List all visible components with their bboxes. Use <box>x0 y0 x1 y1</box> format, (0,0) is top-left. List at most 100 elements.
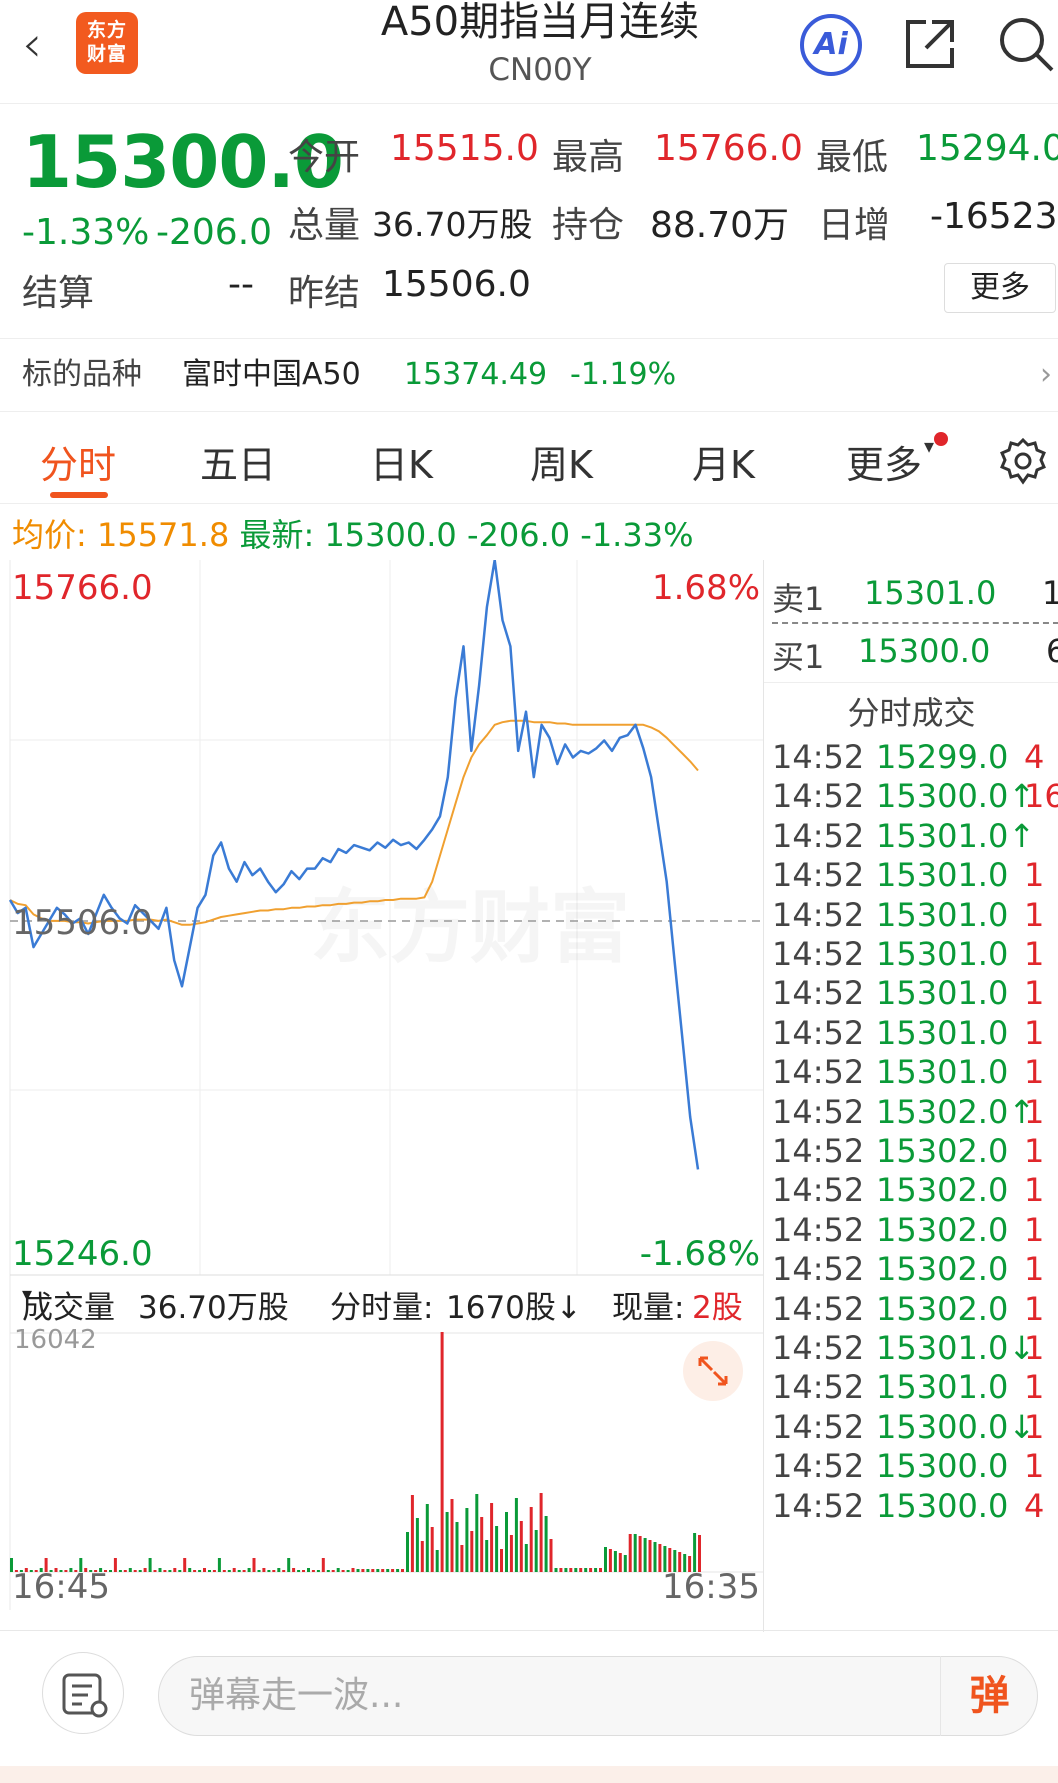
volume-bar <box>628 1534 632 1572</box>
volume-bar <box>425 1504 429 1572</box>
settings-gear-icon[interactable] <box>998 436 1048 486</box>
volume-bar <box>519 1521 523 1572</box>
tick-volume: 4 <box>1024 1486 1045 1525</box>
page-title: A50期指当月连续 <box>380 0 700 45</box>
volume-bar <box>356 1569 360 1572</box>
tick-time: 14:52 <box>772 1289 865 1328</box>
tick-price: 15301.0 <box>876 1013 1009 1052</box>
notification-dot <box>934 432 948 446</box>
volume-bar <box>505 1512 508 1572</box>
danmu-toggle-label: 弹 <box>969 1673 1010 1719</box>
volume-bar <box>257 1570 261 1572</box>
tab-weekly-k[interactable]: 周K <box>530 434 593 489</box>
prev-settle-label: 昨结 <box>288 273 361 314</box>
back-icon[interactable]: ‹ <box>22 18 62 70</box>
tick-time: 14:52 <box>772 935 865 973</box>
bottom-strip <box>0 1766 1058 1783</box>
volume-bar <box>589 1568 593 1572</box>
tick-volume: 1 <box>1024 935 1045 973</box>
volume-bar <box>277 1568 281 1572</box>
intraday-chart[interactable]: 东方财富 15766.0 15506.0 15246.0 1.68% -1.68… <box>0 560 763 1632</box>
quote-more-button[interactable]: 更多 <box>944 263 1056 313</box>
ai-assistant-button[interactable]: Ai <box>800 14 862 76</box>
volume-bar <box>183 1558 187 1572</box>
tick-volume: 1 <box>1024 1210 1045 1249</box>
danmu-input[interactable]: 弹幕走一波... <box>158 1656 1038 1736</box>
underlying-row[interactable]: 标的品种 富时中国A50 15374.49 -1.19% › <box>0 338 1058 412</box>
volume-bar <box>336 1568 340 1572</box>
tab-monthly-k[interactable]: 月K <box>692 434 755 489</box>
tab-daily-k[interactable]: 日K <box>370 434 433 489</box>
order-book-panel: 卖1 15301.0 1 买1 15300.0 6 分时成交 14:52 1529… <box>763 560 1058 1632</box>
tick-volume: 1 <box>1024 1013 1045 1052</box>
tab-intraday[interactable]: 分时 <box>40 434 116 489</box>
volume-bar <box>143 1568 147 1572</box>
expand-button[interactable] <box>683 1341 743 1401</box>
tick-time: 14:52 <box>772 1447 865 1486</box>
volume-bar <box>252 1558 256 1572</box>
volume-bar <box>267 1570 271 1572</box>
minute-volume-value: 1670股↓ <box>446 1290 582 1326</box>
volume-bar <box>608 1549 612 1572</box>
volume-value: 36.70万股 <box>372 205 533 244</box>
current-volume-value: 2股 <box>692 1290 743 1326</box>
ticks-title: 分时成交 <box>847 694 976 732</box>
sell-1-price: 15301.0 <box>864 574 997 612</box>
buy-1-price: 15300.0 <box>858 632 991 670</box>
comment-list-icon[interactable] <box>42 1652 124 1734</box>
volume-bar <box>188 1568 192 1572</box>
settle-label: 结算 <box>22 273 95 314</box>
prev-settle-value: 15506.0 <box>382 264 531 305</box>
search-icon[interactable] <box>996 12 1058 74</box>
tick-volume: 1 <box>1024 1250 1045 1289</box>
volume-bar <box>604 1547 607 1572</box>
high-label: 最高 <box>552 137 625 178</box>
tick-time: 14:52 <box>772 895 865 934</box>
tick-volume: 1 <box>1024 1407 1045 1446</box>
volume-bar <box>302 1570 305 1572</box>
price-line <box>8 560 700 1170</box>
tick-time: 14:52 <box>772 816 865 855</box>
y-top-label: 15766.0 <box>12 568 153 608</box>
last-chg: -206.0 <box>466 516 571 554</box>
tick-price: 15302.0 <box>876 1171 1009 1210</box>
volume-bar <box>148 1558 152 1572</box>
tick-volume: 4 <box>1024 738 1045 776</box>
tick-price: 15301.0 <box>876 856 1009 895</box>
tick-time: 14:52 <box>772 1210 865 1249</box>
tick-price: 15299.0 <box>876 738 1009 776</box>
tick-time: 14:52 <box>772 738 865 776</box>
volume-bar <box>430 1527 434 1572</box>
volume-bar <box>242 1570 246 1572</box>
volume-bar <box>648 1540 652 1572</box>
volume-bar <box>658 1544 662 1572</box>
tick-time: 14:52 <box>772 1053 865 1092</box>
volume-bar <box>203 1568 206 1572</box>
volume-bar <box>133 1570 137 1572</box>
tick-price: 15301.0 <box>876 935 1009 973</box>
volume-bar <box>262 1568 266 1572</box>
danmu-toggle-button[interactable]: 弹 <box>940 1656 1038 1736</box>
volume-bar <box>460 1545 464 1572</box>
daily-increase-label: 日增 <box>818 205 891 246</box>
tick-time: 14:52 <box>772 1171 865 1210</box>
volume-bar <box>495 1526 499 1572</box>
volume-bar <box>440 1332 444 1572</box>
tab-more[interactable]: 更多 ▾ <box>846 434 934 489</box>
tick-volume: 16 <box>1024 777 1058 816</box>
active-tab-indicator <box>50 492 108 498</box>
tab-five-day[interactable]: 五日 <box>200 434 276 489</box>
tick-time: 14:52 <box>772 1486 865 1525</box>
volume-bar <box>361 1569 365 1572</box>
volume-bar <box>470 1531 474 1572</box>
tick-price: 15302.0 <box>876 1132 1009 1170</box>
tick-time: 14:52 <box>772 1250 865 1289</box>
volume-bar <box>386 1569 390 1572</box>
y-bottom-label: 15246.0 <box>12 1234 153 1274</box>
open-interest-label: 持仓 <box>552 205 625 246</box>
tick-time: 14:52 <box>772 1407 865 1446</box>
x-end-label: 16:35 <box>662 1567 760 1607</box>
tick-price: 15301.0 <box>876 895 1009 934</box>
watermark: 东方财富 <box>310 881 630 974</box>
share-icon[interactable] <box>902 16 958 72</box>
